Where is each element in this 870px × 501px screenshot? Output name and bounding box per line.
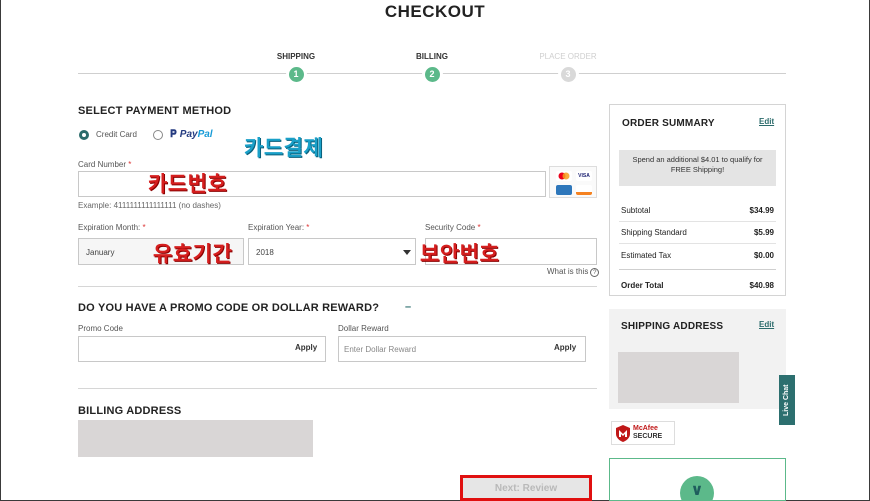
shipping-address-title: SHIPPING ADDRESS <box>621 321 724 332</box>
order-summary-title: ORDER SUMMARY <box>622 118 715 129</box>
exp-month-label: Expiration Month: * <box>78 223 146 232</box>
dollar-reward-placeholder: Enter Dollar Reward <box>344 345 417 354</box>
mcafee-line1: McAfee <box>633 425 658 432</box>
step-label: SHIPPING <box>276 52 316 61</box>
summary-row-amount: $0.00 <box>753 251 774 260</box>
mcafee-line2: SECURE <box>633 433 663 440</box>
annotation-expiry: 유효기간 <box>153 243 233 266</box>
card-number-label: Card Number * <box>78 160 131 169</box>
security-code-label: Security Code * <box>425 223 481 232</box>
required-mark: * <box>142 223 146 232</box>
required-mark: * <box>306 223 310 232</box>
summary-total-label: Order Total <box>621 281 664 290</box>
summary-row-total: Order Total $40.98 <box>621 281 774 290</box>
card-number-label-text: Card Number <box>78 160 127 169</box>
step-number: 1 <box>288 67 304 82</box>
summary-row-label: Shipping Standard <box>621 228 687 237</box>
step-label: BILLING <box>416 52 448 61</box>
paypal-icon: 𝐏 <box>170 129 177 140</box>
summary-row-tax: Estimated Tax $0.00 <box>621 251 774 260</box>
annotation-security: 보안번호 <box>420 243 500 266</box>
payment-method-heading: SELECT PAYMENT METHOD <box>78 105 232 117</box>
step-label: PLACE ORDER <box>539 52 597 61</box>
annotation-card-payment: 카드결제 <box>244 137 324 160</box>
discover-icon <box>576 185 592 195</box>
shipping-address-edit-link[interactable]: Edit <box>759 320 774 329</box>
credit-card-label: Credit Card <box>96 130 137 139</box>
annotation-card-number: 카드번호 <box>148 173 228 196</box>
divider <box>78 388 597 389</box>
divider <box>619 221 776 222</box>
paypal-text-2: Pal <box>197 129 213 140</box>
mastercard-icon <box>556 171 572 181</box>
billing-address-redacted <box>78 420 313 457</box>
step-place-order: PLACE ORDER 3 <box>528 52 608 82</box>
next-review-button[interactable]: Next: Review <box>460 475 592 501</box>
exp-year-value: 2018 <box>256 248 274 257</box>
exp-month-label-text: Expiration Month: <box>78 223 141 232</box>
promo-heading: DO YOU HAVE A PROMO CODE OR DOLLAR REWAR… <box>78 302 380 314</box>
required-mark: * <box>128 160 132 169</box>
step-shipping[interactable]: SHIPPING 1 <box>256 52 336 82</box>
summary-total-amount: $40.98 <box>749 281 774 290</box>
mcafee-shield-icon <box>616 425 630 442</box>
step-number: 2 <box>424 67 440 82</box>
what-is-this-text: What is this <box>547 267 589 276</box>
visa-icon: VISA <box>576 171 592 181</box>
paypal-logo[interactable]: 𝐏 PayPal <box>170 129 213 140</box>
summary-row-amount: $5.99 <box>753 228 774 237</box>
summary-row-amount: $34.99 <box>749 206 774 215</box>
required-mark: * <box>477 223 481 232</box>
summary-row-label: Subtotal <box>621 206 651 215</box>
step-number: 3 <box>560 67 576 82</box>
mcafee-secure-badge[interactable]: McAfee SECURE <box>611 421 675 445</box>
summary-row-subtotal: Subtotal $34.99 <box>621 206 774 215</box>
free-shipping-message: Spend an additional $4.01 to qualify for… <box>619 150 776 186</box>
mcafee-text: McAfee SECURE <box>633 425 662 441</box>
help-icon: ? <box>590 268 600 277</box>
order-summary-panel <box>609 104 786 296</box>
divider <box>78 286 597 287</box>
credit-card-radio[interactable] <box>79 130 89 140</box>
amex-icon <box>556 185 572 195</box>
exp-year-label-text: Expiration Year: <box>248 223 305 232</box>
security-code-label-text: Security Code <box>425 223 476 232</box>
exp-month-value: January <box>86 248 115 257</box>
order-summary-edit-link[interactable]: Edit <box>759 117 774 126</box>
step-billing[interactable]: BILLING 2 <box>392 52 472 82</box>
card-number-example: Example: 4111111111111111 (no dashes) <box>78 201 221 210</box>
paypal-text-1: Pay <box>179 129 198 140</box>
live-chat-tab[interactable]: Live Chat <box>779 375 795 425</box>
summary-row-shipping: Shipping Standard $5.99 <box>621 228 774 237</box>
promo-code-input[interactable] <box>78 336 326 362</box>
card-logos: VISA <box>549 166 597 198</box>
exp-year-label: Expiration Year: * <box>248 223 309 232</box>
billing-address-heading: BILLING ADDRESS <box>78 405 182 417</box>
summary-row-label: Estimated Tax <box>621 251 672 260</box>
promo-apply-button[interactable]: Apply <box>295 343 317 352</box>
divider <box>619 269 776 270</box>
what-is-this-link[interactable]: What is this? <box>547 267 600 277</box>
page-title: CHECKOUT <box>384 2 486 21</box>
paypal-radio[interactable] <box>153 130 163 140</box>
dollar-reward-apply-button[interactable]: Apply <box>554 343 576 352</box>
promo-code-label: Promo Code <box>78 324 123 333</box>
chevron-down-icon <box>403 250 411 255</box>
promo-collapse-toggle[interactable]: – <box>405 301 411 313</box>
dollar-reward-label: Dollar Reward <box>338 324 389 333</box>
divider <box>619 243 776 244</box>
shipping-address-redacted <box>618 352 739 403</box>
